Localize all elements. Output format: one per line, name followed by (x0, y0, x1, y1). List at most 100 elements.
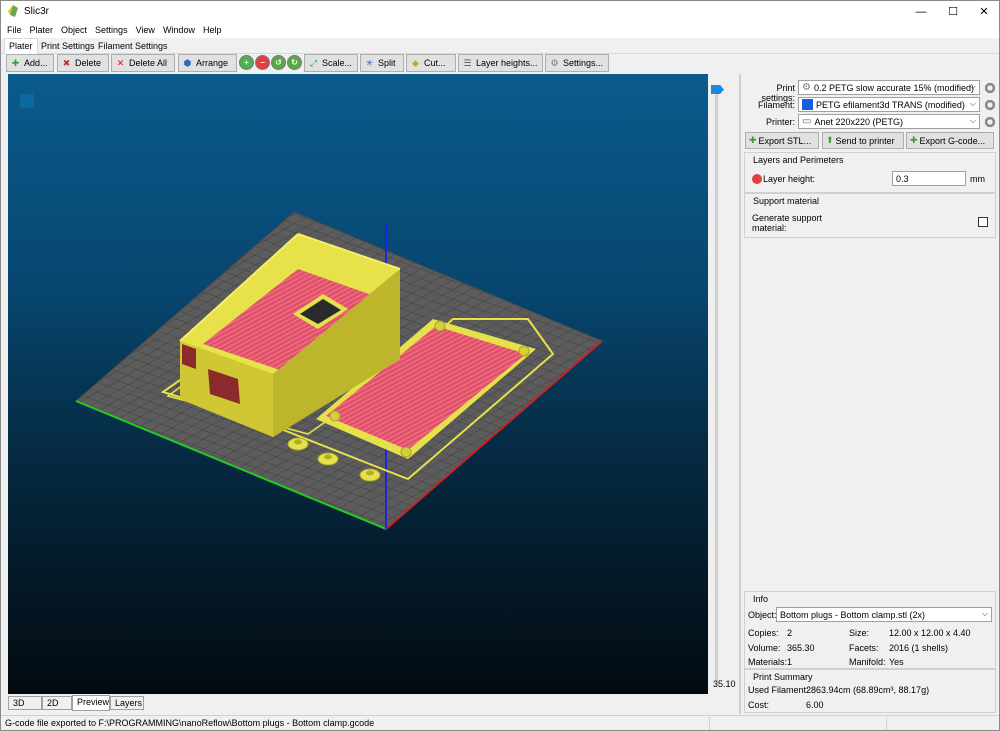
chevron-down-icon: ⌵ (969, 82, 976, 91)
copies-value: 2 (787, 628, 793, 638)
manifold-value: Yes (889, 657, 904, 667)
tab-filament-settings[interactable]: Filament Settings (94, 39, 172, 54)
close-button[interactable]: ✕ (969, 1, 999, 22)
printer-gear-icon[interactable] (984, 116, 996, 128)
filament-select[interactable]: PETG efilament3d TRANS (modified) ⌵ (798, 97, 980, 112)
minimize-button[interactable]: — (906, 1, 936, 22)
menu-window[interactable]: Window (159, 25, 199, 35)
menu-settings[interactable]: Settings (91, 25, 132, 35)
menu-bar: File Plater Object Settings View Window … (1, 22, 999, 38)
group-title: Info (753, 594, 769, 604)
main-tabs: Plater Print Settings Filament Settings (1, 38, 999, 55)
scale-button[interactable]: ⤢ Scale... (304, 54, 358, 72)
filament-color-swatch (802, 99, 813, 110)
split-icon: ✳ (365, 57, 374, 68)
menu-plater[interactable]: Plater (26, 25, 58, 35)
tab-print-settings[interactable]: Print Settings (37, 39, 99, 54)
view-tabs: 3D 2D Preview Layers (8, 695, 708, 711)
chevron-down-icon: ⌵ (969, 99, 976, 108)
facets-value: 2016 (1 shells) (889, 643, 949, 653)
delete-icon: ✖ (62, 57, 71, 68)
volume-value: 365.30 (787, 643, 815, 653)
decrease-copies-icon[interactable]: − (255, 55, 270, 70)
layer-height-label: Layer height: (763, 174, 816, 184)
chevron-down-icon: ⌵ (969, 116, 976, 125)
printer-select[interactable]: ▭ Anet 220x220 (PETG) ⌵ (798, 114, 980, 129)
tab-plater[interactable]: Plater (4, 38, 38, 55)
panel-divider (739, 74, 741, 714)
menu-view[interactable]: View (132, 25, 159, 35)
filament-gear-icon[interactable] (984, 99, 996, 111)
layer-slider-thumb[interactable] (711, 85, 724, 94)
materials-label: Materials: (748, 657, 788, 667)
menu-object[interactable]: Object (57, 25, 91, 35)
arrange-icon: ⬢ (183, 57, 192, 68)
layer-height-unit: mm (970, 174, 985, 184)
print-settings-gear-icon[interactable] (984, 82, 996, 94)
facets-label: Facets: (849, 643, 879, 653)
menu-help[interactable]: Help (199, 25, 226, 35)
layer-height-readout: 35.10 (713, 679, 736, 689)
object-select[interactable]: Bottom plugs - Bottom clamp.stl (2x) ⌵ (776, 607, 992, 622)
printer-label: Printer: (765, 117, 795, 127)
filament-label: Filament: (757, 100, 795, 110)
layer-slider[interactable] (715, 86, 718, 681)
delete-all-icon: ✕ (116, 57, 125, 68)
rotate-left-icon[interactable]: ↺ (271, 55, 286, 70)
title-bar: Slic3r — ☐ ✕ (1, 1, 999, 22)
arrange-button[interactable]: ⬢ Arrange (178, 54, 237, 72)
slic3r-logo-icon (8, 5, 18, 17)
layer-heights-icon: ☰ (463, 57, 472, 68)
tab-layers[interactable]: Layers (110, 696, 144, 710)
gear-icon: ⚙ (802, 82, 811, 93)
volume-label: Volume: (748, 643, 781, 653)
maximize-button[interactable]: ☐ (938, 1, 968, 22)
send-to-printer-button[interactable]: ⬆ Send to printer (822, 132, 904, 149)
minimize-icon: — (915, 5, 927, 18)
copies-label: Copies: (748, 628, 779, 638)
layers-perimeters-group: Layers and Perimeters Layer height: 0.3 … (744, 152, 996, 193)
size-value: 12.00 x 12.00 x 4.40 (889, 628, 971, 638)
menu-file[interactable]: File (3, 25, 26, 35)
add-button[interactable]: ✚ Add... (6, 54, 54, 72)
arrow-up-icon: ⬆ (826, 135, 834, 145)
size-label: Size: (849, 628, 870, 638)
print-summary-group: Print Summary Used Filament: 2863.94cm (… (744, 669, 996, 713)
layer-heights-button[interactable]: ☰ Layer heights... (458, 54, 543, 72)
tab-3d[interactable]: 3D (8, 696, 42, 710)
tab-preview[interactable]: Preview (72, 695, 110, 711)
tab-2d[interactable]: 2D (42, 696, 72, 710)
layer-height-input[interactable]: 0.3 (892, 171, 966, 186)
used-filament-value: 2863.94cm (68.89cm³, 88.17g) (806, 685, 930, 695)
group-title: Layers and Perimeters (753, 155, 844, 165)
manifold-label: Manifold: (849, 657, 886, 667)
close-icon: ✕ (979, 6, 989, 18)
app-window: Slic3r — ☐ ✕ File Plater Object Settings… (0, 0, 1000, 731)
generate-support-label: Generate support material: (752, 213, 823, 233)
delete-all-button[interactable]: ✕ Delete All (111, 54, 175, 72)
generate-support-checkbox[interactable] (978, 217, 988, 227)
rotate-right-icon[interactable]: ↻ (287, 55, 302, 70)
settings-button[interactable]: ⚙ Settings... (545, 54, 609, 72)
support-material-group: Support material Generate support materi… (744, 193, 996, 238)
export-gcode-button[interactable]: ✚ Export G-code... (906, 132, 994, 149)
status-bar: G-code file exported to F:\PROGRAMMING\n… (1, 715, 999, 730)
maximize-icon: ☐ (948, 6, 958, 18)
status-text: G-code file exported to F:\PROGRAMMING\n… (5, 718, 375, 728)
plater-toolbar: ✚ Add... ✖ Delete ✕ Delete All ⬢ Arrange + −… (1, 54, 999, 73)
materials-value: 1 (787, 657, 793, 667)
export-stl-button[interactable]: ✚ Export STL... (745, 132, 819, 149)
print-settings-select[interactable]: ⚙ 0.2 PETG slow accurate 15% (modified) … (798, 80, 980, 95)
split-button[interactable]: ✳ Split (360, 54, 404, 72)
increase-copies-icon[interactable]: + (239, 55, 254, 70)
info-group: Info Object: Bottom plugs - Bottom clamp… (744, 591, 996, 669)
delete-button[interactable]: ✖ Delete (57, 54, 109, 72)
export-icon: ✚ (910, 135, 918, 145)
cut-button[interactable]: ◆ Cut... (406, 54, 456, 72)
scale-icon: ⤢ (309, 57, 318, 68)
status-separator (886, 717, 887, 730)
add-icon: ✚ (11, 57, 20, 68)
cost-value: 6.00 (806, 700, 824, 710)
3d-viewport[interactable] (8, 74, 708, 694)
status-separator (709, 717, 710, 730)
